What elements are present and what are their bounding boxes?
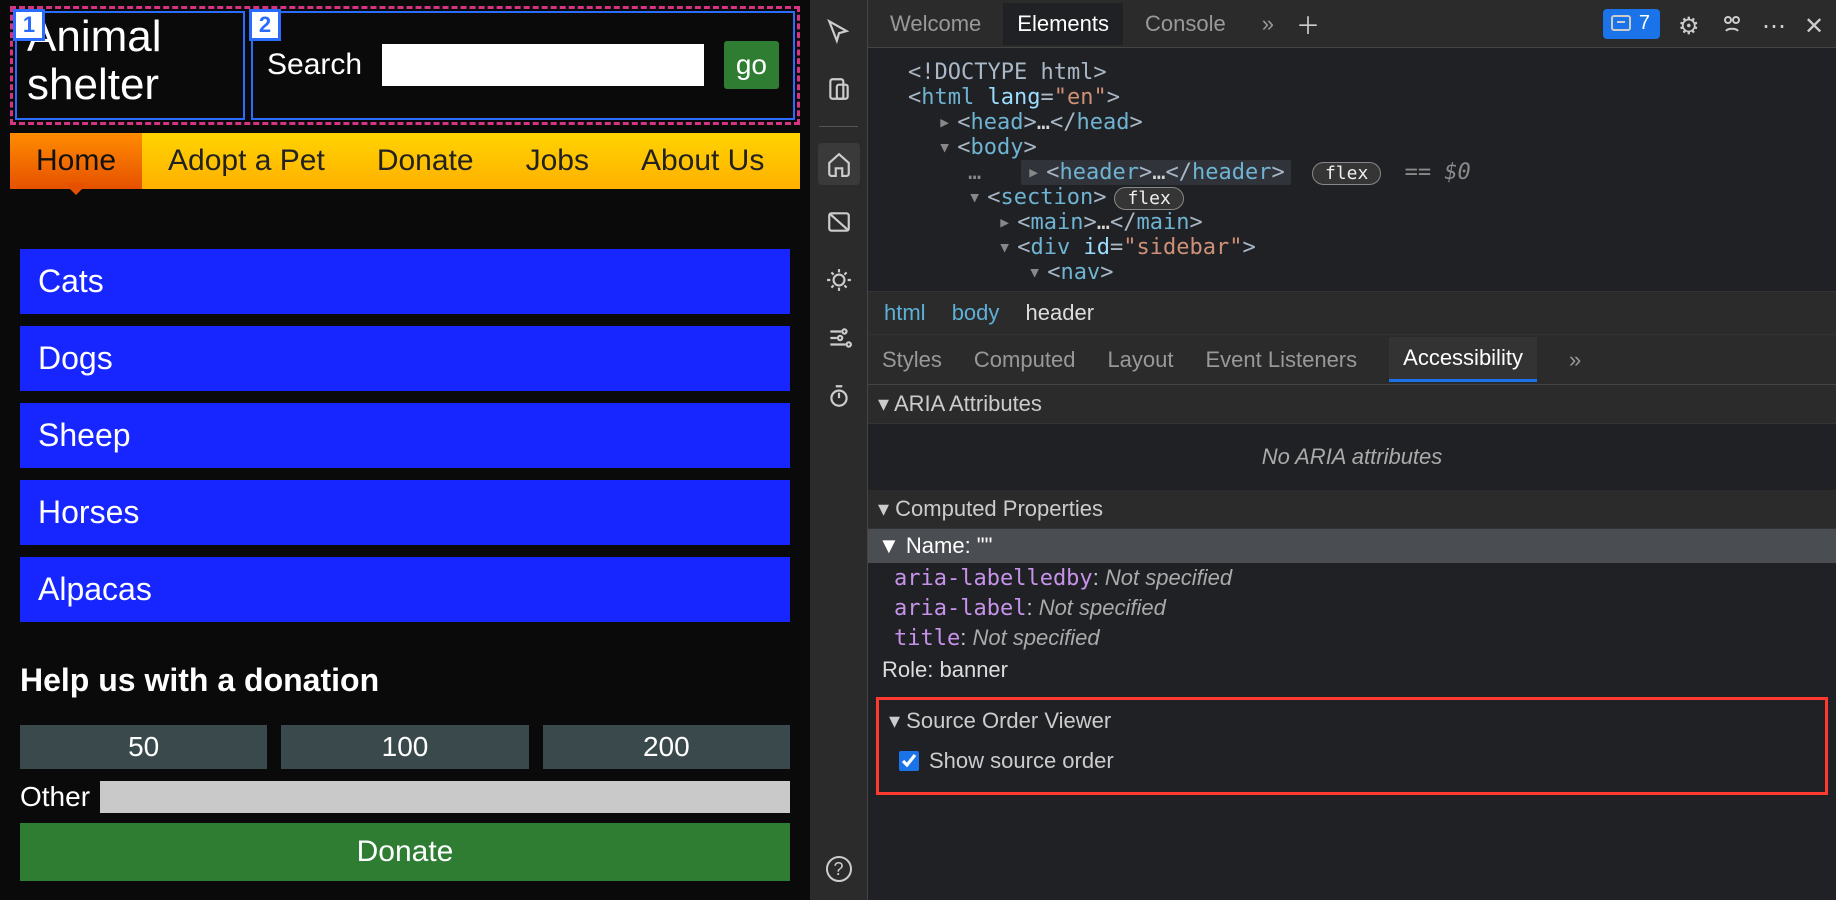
dom-doctype: <!DOCTYPE html> <box>908 60 1107 85</box>
bug-icon[interactable] <box>818 259 860 301</box>
list-item[interactable]: Cats <box>20 249 790 314</box>
donation-section: Help us with a donation 50 100 200 Other… <box>20 662 790 881</box>
subtab-accessibility[interactable]: Accessibility <box>1389 337 1537 382</box>
no-aria-text: No ARIA attributes <box>868 424 1836 490</box>
more-icon[interactable]: ⋯ <box>1762 12 1786 36</box>
rendered-page: 1 Animal shelter 2 Search go Home Adopt … <box>0 0 810 900</box>
donation-title: Help us with a donation <box>20 662 790 699</box>
list-item[interactable]: Alpacas <box>20 557 790 622</box>
nav-item-adopt[interactable]: Adopt a Pet <box>142 133 351 189</box>
rail-separator <box>819 126 859 127</box>
show-source-order-input[interactable] <box>899 751 919 771</box>
a11y-prop: aria-label: Not specified <box>868 593 1836 623</box>
donation-other-label: Other <box>20 781 90 813</box>
help-icon[interactable]: ? <box>826 856 852 882</box>
source-order-viewer-highlight: ▾ Source Order Viewer Show source order <box>876 697 1828 795</box>
flex-badge[interactable]: flex <box>1312 162 1381 185</box>
subtab-computed[interactable]: Computed <box>974 347 1076 373</box>
tab-welcome[interactable]: Welcome <box>876 3 995 45</box>
a11y-role: Role: banner <box>868 653 1836 687</box>
devtools-activity-rail: ? <box>810 0 868 900</box>
home-icon[interactable] <box>818 143 860 185</box>
subtab-layout[interactable]: Layout <box>1107 347 1173 373</box>
a11y-prop: aria-labelledby: Not specified <box>868 563 1836 593</box>
devtools-subtabs: Styles Computed Layout Event Listeners A… <box>868 335 1836 385</box>
issues-count: 7 <box>1639 12 1650 35</box>
aria-attributes-section[interactable]: ▾ ARIA Attributes <box>868 385 1836 424</box>
more-tabs-button[interactable]: » <box>1248 3 1288 45</box>
devtools-main: Welcome Elements Console » ＋ 7 ⚙ ⋯ ✕ <!D… <box>868 0 1836 900</box>
page-header-highlight: 1 Animal shelter 2 Search go <box>10 6 800 125</box>
donation-other-input[interactable] <box>100 781 790 813</box>
source-order-badge: 1 <box>13 9 45 41</box>
search-label: Search <box>267 48 362 82</box>
computed-properties-section[interactable]: ▾ Computed Properties <box>868 490 1836 529</box>
subtab-event-listeners[interactable]: Event Listeners <box>1206 347 1358 373</box>
nav-item-jobs[interactable]: Jobs <box>500 133 615 189</box>
donation-amounts: 50 100 200 <box>20 725 790 769</box>
search-go-button[interactable]: go <box>724 41 779 89</box>
donation-amount-button[interactable]: 50 <box>20 725 267 769</box>
subtab-styles[interactable]: Styles <box>882 347 942 373</box>
accessibility-panel: ▾ ARIA Attributes No ARIA attributes ▾ C… <box>868 385 1836 900</box>
donation-amount-button[interactable]: 200 <box>543 725 790 769</box>
timer-icon[interactable] <box>818 375 860 417</box>
dom-tree[interactable]: <!DOCTYPE html> <html lang="en"> ▸<head>… <box>868 48 1836 291</box>
close-icon[interactable]: ✕ <box>1804 12 1828 36</box>
show-source-order-checkbox[interactable]: Show source order <box>879 742 1825 780</box>
devtools: ? Welcome Elements Console » ＋ 7 ⚙ ⋯ ✕ <… <box>810 0 1836 900</box>
gear-icon[interactable]: ⚙ <box>1678 12 1702 36</box>
source-order-region-2: 2 Search go <box>251 11 795 120</box>
devtools-tabs: Welcome Elements Console » ＋ 7 ⚙ ⋯ ✕ <box>868 0 1836 48</box>
breadcrumb[interactable]: html body header <box>868 291 1836 335</box>
search-input[interactable] <box>382 44 704 86</box>
sliders-icon[interactable] <box>818 317 860 359</box>
donation-other-row: Other <box>20 781 790 813</box>
inspect-icon[interactable] <box>818 10 860 52</box>
a11y-prop: title: Not specified <box>868 623 1836 653</box>
a11y-name-row[interactable]: ▼ Name: "" <box>868 529 1836 563</box>
more-subtabs-button[interactable]: » <box>1569 347 1581 373</box>
donation-amount-button[interactable]: 100 <box>281 725 528 769</box>
site-title: Animal shelter <box>17 13 243 118</box>
donate-button[interactable]: Donate <box>20 823 790 881</box>
dom-selected-node[interactable]: ▸<header>…</header> <box>1021 160 1291 185</box>
nav-item-donate[interactable]: Donate <box>351 133 500 189</box>
list-item[interactable]: Horses <box>20 480 790 545</box>
issues-badge[interactable]: 7 <box>1603 9 1660 39</box>
list-item[interactable]: Dogs <box>20 326 790 391</box>
list-item[interactable]: Sheep <box>20 403 790 468</box>
feedback-icon[interactable] <box>1720 12 1744 36</box>
image-off-icon[interactable] <box>818 201 860 243</box>
animal-list: Cats Dogs Sheep Horses Alpacas <box>20 249 790 622</box>
nav-item-about[interactable]: About Us <box>615 133 790 189</box>
device-icon[interactable] <box>818 68 860 110</box>
source-order-region-1: 1 Animal shelter <box>15 11 245 120</box>
add-tab-icon[interactable]: ＋ <box>1296 6 1320 41</box>
tab-elements[interactable]: Elements <box>1003 3 1123 45</box>
source-order-badge: 2 <box>249 9 281 41</box>
source-order-viewer-section[interactable]: ▾ Source Order Viewer <box>879 700 1825 742</box>
flex-badge[interactable]: flex <box>1114 187 1183 210</box>
dollar-zero: == $0 <box>1405 160 1471 185</box>
main-nav: Home Adopt a Pet Donate Jobs About Us <box>10 133 800 189</box>
nav-item-home[interactable]: Home <box>10 133 142 189</box>
tab-console[interactable]: Console <box>1131 3 1240 45</box>
